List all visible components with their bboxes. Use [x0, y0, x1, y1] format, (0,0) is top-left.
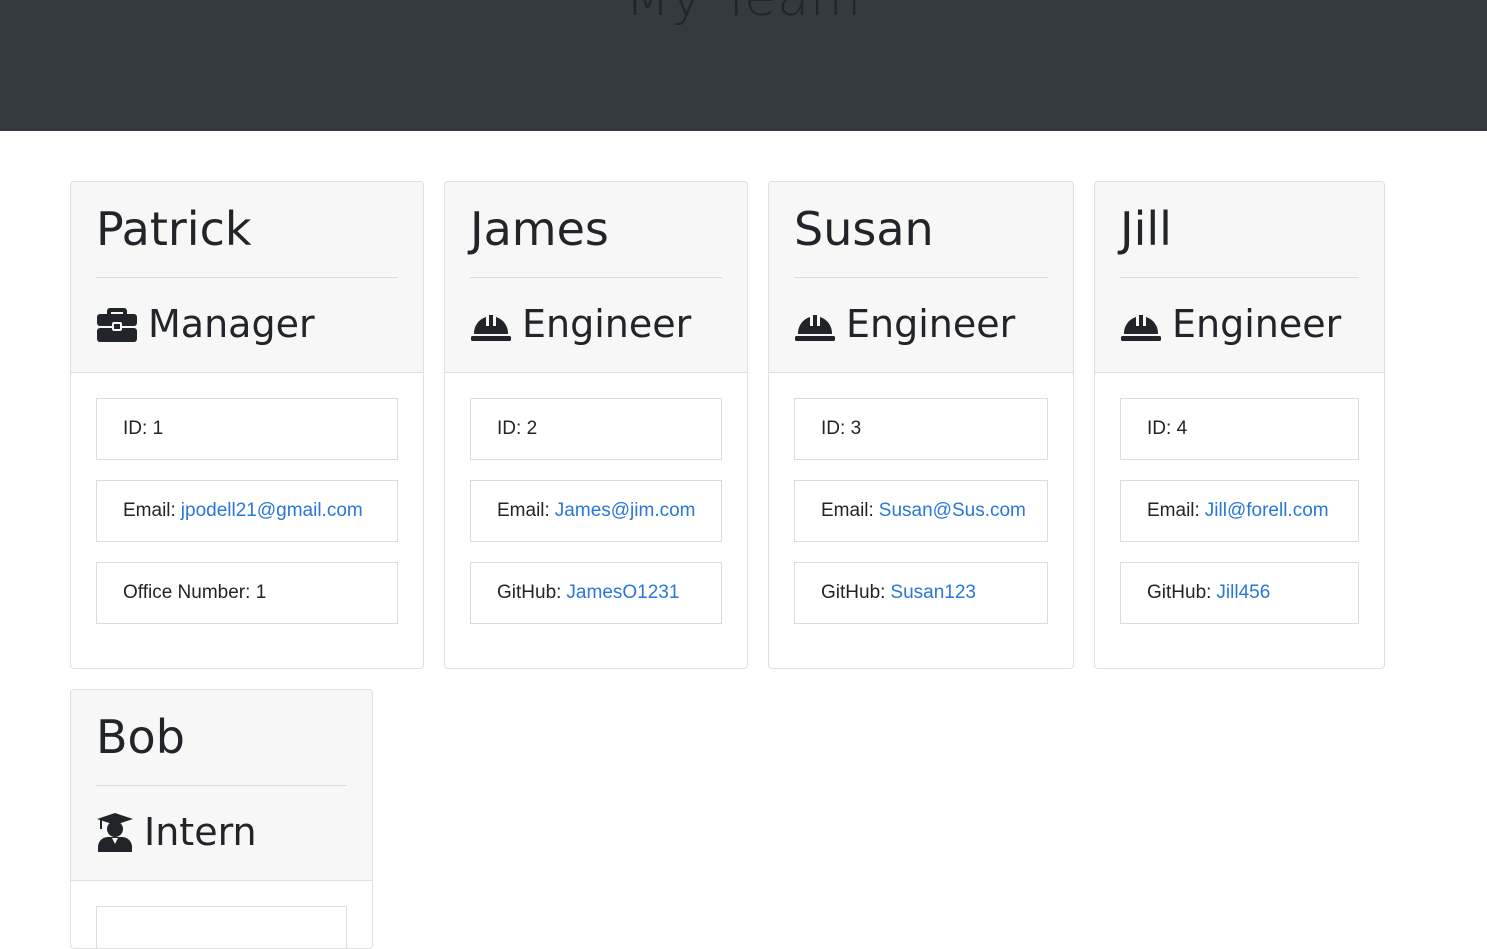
- employee-name: Susan: [794, 202, 934, 256]
- email-item: Email: James@jim.com: [470, 480, 722, 542]
- employee-name: Patrick: [96, 202, 252, 256]
- card-header: Patrick Manager: [71, 182, 423, 373]
- role-label: Manager: [148, 302, 315, 346]
- email-item: Email: jpodell21@gmail.com: [96, 480, 398, 542]
- employee-name: Bob: [96, 710, 185, 764]
- email-link[interactable]: James@jim.com: [555, 500, 696, 522]
- id-value: 3: [850, 418, 862, 439]
- id-label: ID:: [1147, 418, 1172, 439]
- email-item: Email: Jill@forell.com: [1120, 480, 1359, 542]
- github-label: GitHub:: [1147, 582, 1212, 603]
- email-label: Email:: [123, 500, 176, 521]
- id-label: ID:: [123, 418, 148, 439]
- page-header: My Team: [0, 0, 1487, 131]
- role-label: Engineer: [846, 302, 1016, 346]
- briefcase-icon: [96, 304, 138, 344]
- hard-hat-icon: [470, 304, 512, 344]
- email-link[interactable]: jpodell21@gmail.com: [181, 500, 363, 522]
- github-label: GitHub:: [497, 582, 562, 603]
- employee-card: Patrick Manager ID: 1 Email: jpodell21@g…: [70, 181, 424, 669]
- employee-card: Susan Engineer ID: 3 Email: Susan@Sus.co…: [768, 181, 1074, 669]
- email-label: Email:: [497, 500, 550, 521]
- employee-name: James: [470, 202, 609, 256]
- id-label: ID:: [497, 418, 522, 439]
- employee-role: Manager: [96, 300, 315, 348]
- card-header: Bob Intern: [71, 690, 372, 881]
- github-item: GitHub: Susan123: [794, 562, 1048, 624]
- email-link[interactable]: Jill@forell.com: [1205, 500, 1329, 522]
- card-divider: [470, 277, 722, 278]
- github-item: GitHub: Jill456: [1120, 562, 1359, 624]
- id-item: ID: 1: [96, 398, 398, 460]
- email-label: Email:: [821, 500, 874, 521]
- employee-name: Jill: [1120, 202, 1172, 256]
- role-label: Intern: [144, 810, 257, 854]
- id-value: 4: [1176, 418, 1188, 439]
- card-divider: [1120, 277, 1359, 278]
- office-number-value: 1: [255, 582, 267, 603]
- employee-role: Intern: [96, 808, 257, 856]
- id-value: 1: [152, 418, 164, 439]
- id-label: ID:: [821, 418, 846, 439]
- office-number-label: Office Number:: [123, 582, 251, 603]
- hard-hat-icon: [1120, 304, 1162, 344]
- github-item: GitHub: JamesO1231: [470, 562, 722, 624]
- card-divider: [794, 277, 1048, 278]
- employee-role: Engineer: [794, 300, 1015, 348]
- employee-card: Jill Engineer ID: 4 Email: Jill@forell.c…: [1094, 181, 1385, 669]
- github-label: GitHub:: [821, 582, 886, 603]
- role-label: Engineer: [522, 302, 692, 346]
- card-header: James Engineer: [445, 182, 747, 373]
- card-header: Susan Engineer: [769, 182, 1073, 373]
- card-divider: [96, 785, 347, 786]
- employee-role: Engineer: [470, 300, 691, 348]
- id-item: ID: 3: [794, 398, 1048, 460]
- graduate-icon: [96, 812, 134, 852]
- card-divider: [96, 277, 398, 278]
- role-label: Engineer: [1172, 302, 1342, 346]
- email-item: Email: Susan@Sus.com: [794, 480, 1048, 542]
- email-label: Email:: [1147, 500, 1200, 521]
- github-link[interactable]: Jill456: [1216, 582, 1270, 604]
- office-number-item: Office Number: 1: [96, 562, 398, 624]
- github-link[interactable]: Susan123: [890, 582, 976, 604]
- email-link[interactable]: Susan@Sus.com: [879, 500, 1026, 522]
- employee-card: James Engineer ID: 2 Email: James@jim.co…: [444, 181, 748, 669]
- card-header: Jill Engineer: [1095, 182, 1384, 373]
- hard-hat-icon: [794, 304, 836, 344]
- id-item: [96, 906, 347, 948]
- employee-card: Bob Intern: [70, 689, 373, 949]
- id-item: ID: 2: [470, 398, 722, 460]
- github-link[interactable]: JamesO1231: [566, 582, 679, 604]
- id-value: 2: [526, 418, 538, 439]
- page-title: My Team: [0, 0, 1487, 28]
- employee-role: Engineer: [1120, 300, 1341, 348]
- id-item: ID: 4: [1120, 398, 1359, 460]
